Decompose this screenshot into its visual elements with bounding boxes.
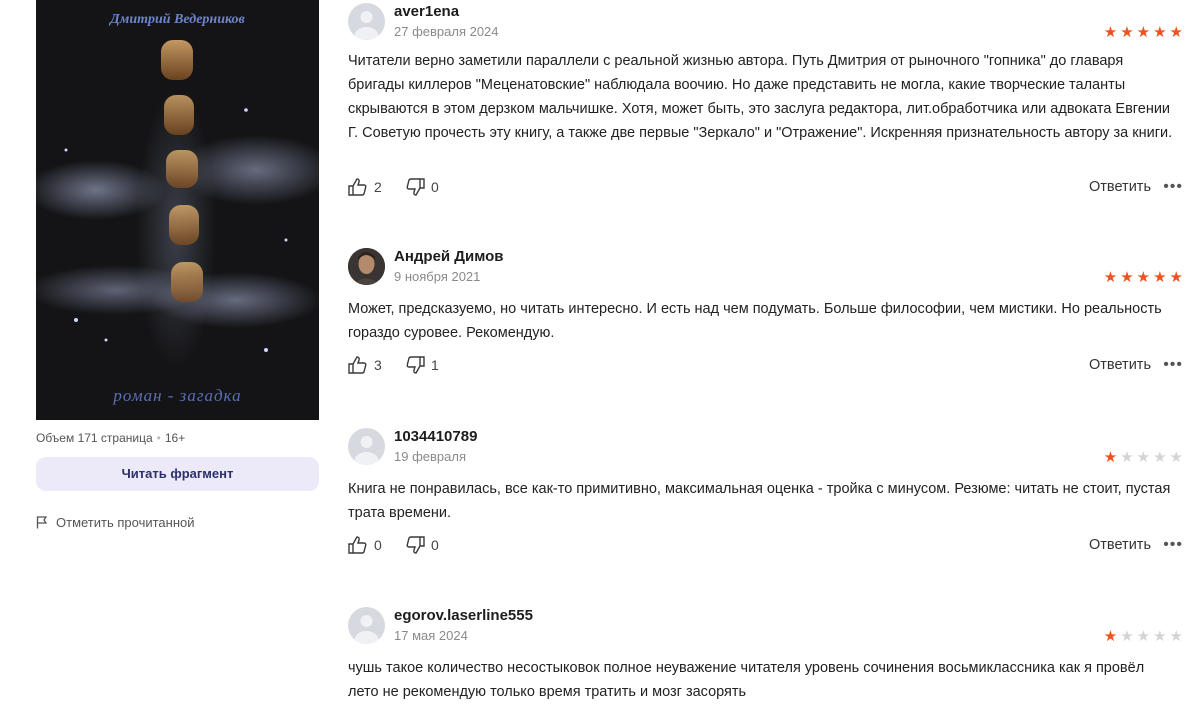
separator-dot: •	[156, 431, 161, 445]
book-sidebar: Дмитрий Ведерников роман - загадка Объем…	[0, 0, 330, 700]
flag-icon	[36, 516, 48, 529]
mark-read-label: Отметить прочитанной	[56, 515, 195, 530]
avatar[interactable]	[348, 607, 385, 644]
star-filled-icon: ★	[1136, 269, 1151, 286]
age-rating: 16+	[164, 431, 186, 445]
star-empty-icon: ★	[1120, 628, 1134, 645]
star-empty-icon: ★	[1153, 449, 1167, 466]
review-text: чушь такое количество несостыковок полно…	[348, 660, 1145, 700]
rating-stars: ★ ★ ★ ★ ★	[1104, 629, 1183, 644]
star-filled-icon: ★	[1103, 628, 1118, 645]
review-author[interactable]: egorov.laserline555	[394, 607, 533, 624]
star-filled-icon: ★	[1153, 24, 1167, 41]
more-options-icon[interactable]: •••	[1163, 536, 1183, 554]
review-author[interactable]: Андрей Димов	[394, 248, 504, 265]
review-author[interactable]: aver1ena	[394, 3, 459, 20]
dislike-count: 0	[431, 179, 439, 195]
dislike-button[interactable]: 1	[405, 356, 439, 374]
rating-stars: ★ ★ ★ ★ ★	[1104, 25, 1183, 40]
review-text: Читатели верно заметили параллели с реал…	[348, 53, 1173, 141]
star-empty-icon: ★	[1120, 449, 1134, 466]
reply-button[interactable]: Ответить	[1089, 179, 1151, 195]
read-fragment-button[interactable]: Читать фрагмент	[36, 457, 319, 491]
review-date: 27 февраля 2024	[394, 24, 499, 39]
star-filled-icon: ★	[1103, 449, 1118, 466]
cover-author: Дмитрий Ведерников	[110, 12, 245, 27]
thumbs-up-icon	[348, 536, 367, 554]
avatar[interactable]	[348, 248, 385, 285]
review-actions: 0 0 Ответить •••	[348, 536, 1183, 558]
more-options-icon[interactable]: •••	[1163, 178, 1183, 196]
reply-button[interactable]: Ответить	[1089, 537, 1151, 553]
thumbs-up-icon	[348, 356, 367, 374]
star-filled-icon: ★	[1136, 24, 1151, 41]
rating-stars: ★ ★ ★ ★ ★	[1104, 270, 1183, 285]
user-placeholder-icon	[354, 11, 379, 40]
user-photo	[348, 248, 385, 285]
book-meta: Объем 171 страница • 16+	[36, 431, 185, 445]
star-filled-icon: ★	[1169, 24, 1183, 41]
like-count: 2	[374, 179, 382, 195]
review-text: Книга не понравилась, все как-то примити…	[348, 481, 1171, 521]
star-filled-icon: ★	[1153, 269, 1167, 286]
book-cover[interactable]: Дмитрий Ведерников роман - загадка	[36, 0, 319, 420]
like-button[interactable]: 2	[348, 178, 382, 196]
thumbs-up-icon	[348, 178, 367, 196]
star-filled-icon: ★	[1169, 269, 1183, 286]
cover-subtitle: роман - загадка	[113, 386, 242, 405]
user-placeholder-icon	[354, 436, 379, 465]
avatar[interactable]	[348, 3, 385, 40]
thumbs-down-icon	[406, 536, 425, 554]
star-filled-icon: ★	[1120, 269, 1134, 286]
star-filled-icon: ★	[1120, 24, 1134, 41]
like-count: 0	[374, 537, 382, 553]
review-date: 17 мая 2024	[394, 628, 468, 643]
star-filled-icon: ★	[1103, 24, 1118, 41]
dislike-button[interactable]: 0	[405, 178, 439, 196]
review-date: 19 февраля	[394, 449, 466, 464]
star-empty-icon: ★	[1153, 628, 1167, 645]
star-empty-icon: ★	[1136, 628, 1151, 645]
reply-button[interactable]: Ответить	[1089, 357, 1151, 373]
review-actions: 3 1 Ответить •••	[348, 356, 1183, 378]
review-date: 9 ноября 2021	[394, 269, 481, 284]
review-author[interactable]: 1034410789	[394, 428, 477, 445]
star-filled-icon: ★	[1103, 269, 1118, 286]
thumbs-down-icon	[406, 356, 425, 374]
star-empty-icon: ★	[1136, 449, 1151, 466]
star-empty-icon: ★	[1169, 628, 1183, 645]
page-count: Объем 171 страница	[36, 431, 153, 445]
mark-read-button[interactable]: Отметить прочитанной	[36, 515, 195, 530]
more-options-icon[interactable]: •••	[1163, 356, 1183, 374]
review-actions: 2 0 Ответить •••	[348, 178, 1183, 200]
star-empty-icon: ★	[1169, 449, 1183, 466]
like-button[interactable]: 0	[348, 536, 382, 554]
like-count: 3	[374, 357, 382, 373]
dislike-count: 1	[431, 357, 439, 373]
like-button[interactable]: 3	[348, 356, 382, 374]
dislike-count: 0	[431, 537, 439, 553]
thumbs-down-icon	[406, 178, 425, 196]
avatar[interactable]	[348, 428, 385, 465]
rating-stars: ★ ★ ★ ★ ★	[1104, 450, 1183, 465]
dislike-button[interactable]: 0	[405, 536, 439, 554]
cover-artwork	[36, 40, 319, 370]
review-text: Может, предсказуемо, но читать интересно…	[348, 301, 1162, 341]
user-placeholder-icon	[354, 615, 379, 644]
